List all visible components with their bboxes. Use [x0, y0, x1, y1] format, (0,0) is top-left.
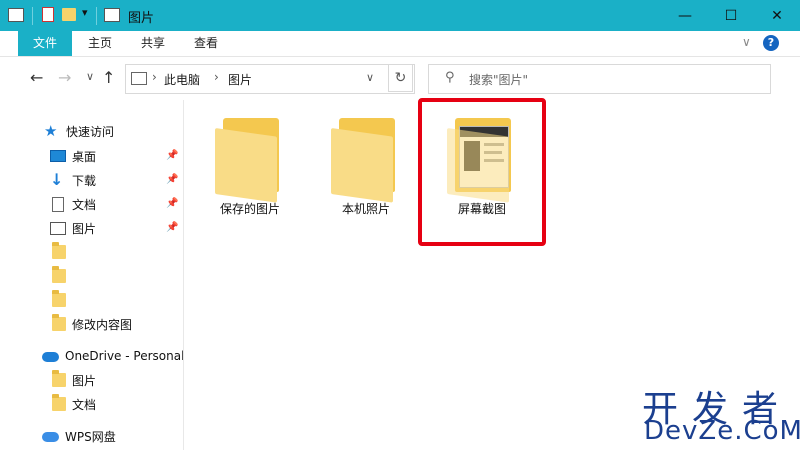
explorer-window-icon: [8, 8, 24, 22]
address-bar[interactable]: › 此电脑 › 图片 ∨: [125, 64, 415, 94]
folder-item[interactable]: 保存的图片: [200, 118, 300, 217]
divider: [96, 7, 97, 25]
tab-share[interactable]: 共享: [131, 31, 175, 56]
document-icon: [52, 196, 64, 212]
address-dropdown-icon[interactable]: ∨: [366, 71, 374, 84]
sidebar-item-label: 下载: [72, 173, 97, 188]
sidebar-item-onedrive-pictures[interactable]: 图片: [52, 369, 96, 391]
sidebar-item-folder[interactable]: [52, 265, 66, 287]
folder-label: 保存的图片: [219, 202, 280, 216]
watermark-en: DevZe.CoM: [644, 416, 800, 446]
maximize-icon: ☐: [724, 7, 738, 24]
chevron-down-icon[interactable]: ∨: [742, 35, 751, 49]
sidebar-item-label: 桌面: [72, 149, 97, 164]
search-placeholder: 搜索"图片": [469, 73, 529, 87]
sidebar-item-folder[interactable]: [52, 241, 66, 263]
sidebar-item-onedrive-documents[interactable]: 文档: [52, 393, 96, 415]
pane-divider: [183, 100, 184, 450]
folder-icon: [52, 394, 66, 411]
tab-file[interactable]: 文件: [18, 31, 72, 56]
sidebar-item-modified-images[interactable]: 修改内容图: [52, 313, 132, 335]
sidebar-wps[interactable]: WPS网盘: [42, 425, 116, 447]
sidebar-item-label: OneDrive - Personal: [65, 349, 185, 363]
pin-icon[interactable]: 📌: [166, 174, 178, 185]
sidebar-item-label: 修改内容图: [72, 317, 133, 332]
pin-icon[interactable]: 📌: [166, 198, 178, 209]
folder-item[interactable]: 本机照片: [316, 118, 416, 217]
sidebar-item-label: WPS网盘: [65, 429, 116, 444]
breadcrumb-pictures[interactable]: 图片: [228, 71, 252, 88]
sidebar-item-downloads[interactable]: ↓ 下载: [50, 169, 96, 191]
help-icon[interactable]: ?: [763, 35, 779, 51]
title-bar: ▾ 图片 — ☐ ✕: [0, 0, 800, 31]
sidebar-item-label: 图片: [72, 221, 97, 236]
close-icon: ✕: [771, 7, 783, 24]
window-title: 图片: [128, 11, 155, 26]
sidebar-item-label: 图片: [72, 373, 97, 388]
tab-home[interactable]: 主页: [78, 31, 122, 56]
star-icon: ★: [44, 122, 58, 140]
ribbon: 文件 主页 共享 查看 ∨ ?: [0, 31, 800, 57]
folder-icon: [52, 266, 66, 283]
minimize-button[interactable]: —: [662, 0, 708, 31]
maximize-button[interactable]: ☐: [708, 0, 754, 31]
folder-icon: [52, 290, 66, 307]
forward-button[interactable]: →: [58, 68, 71, 87]
search-icon: ⚲: [445, 70, 455, 85]
sidebar-onedrive[interactable]: OneDrive - Personal: [42, 345, 184, 367]
sidebar-item-folder[interactable]: [52, 289, 66, 311]
pin-icon[interactable]: 📌: [166, 222, 178, 233]
highlight-box: [418, 98, 546, 246]
up-button[interactable]: ↑: [102, 68, 115, 87]
pin-icon[interactable]: 📌: [166, 150, 178, 161]
sidebar-item-documents[interactable]: 文档: [50, 193, 96, 215]
folder-icon: [331, 118, 401, 203]
tab-view[interactable]: 查看: [184, 31, 228, 56]
minimize-icon: —: [678, 7, 692, 24]
desktop-icon: [50, 150, 66, 162]
sidebar-item-label: 文档: [72, 197, 97, 212]
pictures-icon: [131, 72, 147, 85]
refresh-button[interactable]: ↻: [388, 64, 413, 92]
divider: [32, 7, 33, 25]
pictures-icon: [50, 221, 66, 235]
sidebar-item-pictures[interactable]: 图片: [50, 217, 96, 239]
back-button[interactable]: ←: [30, 68, 43, 87]
folder-label: 本机照片: [341, 202, 390, 216]
new-folder-icon[interactable]: [62, 8, 76, 21]
download-arrow-icon: ↓: [50, 170, 64, 189]
cloud-icon: [42, 432, 59, 442]
close-button[interactable]: ✕: [754, 0, 800, 31]
folder-icon: [215, 118, 285, 203]
sidebar-item-desktop[interactable]: 桌面: [50, 145, 96, 167]
refresh-icon: ↻: [394, 70, 407, 86]
pictures-icon: [104, 8, 120, 22]
search-box[interactable]: ⚲ 搜索"图片": [428, 64, 771, 94]
breadcrumb-separator-icon: ›: [214, 70, 219, 84]
breadcrumb-this-pc[interactable]: 此电脑: [164, 71, 200, 88]
customize-toolbar-icon[interactable]: ▾: [82, 6, 88, 19]
folder-icon: [52, 370, 66, 387]
recent-locations-button[interactable]: ∨: [86, 70, 94, 83]
properties-icon[interactable]: [42, 7, 54, 22]
cloud-icon: [42, 352, 59, 362]
breadcrumb-separator-icon: ›: [152, 70, 157, 84]
folder-icon: [52, 314, 66, 331]
sidebar-item-label: 文档: [72, 397, 97, 412]
sidebar-quick-access[interactable]: ★ 快速访问: [44, 120, 114, 142]
folder-icon: [52, 242, 66, 259]
sidebar-item-label: 快速访问: [66, 124, 115, 139]
